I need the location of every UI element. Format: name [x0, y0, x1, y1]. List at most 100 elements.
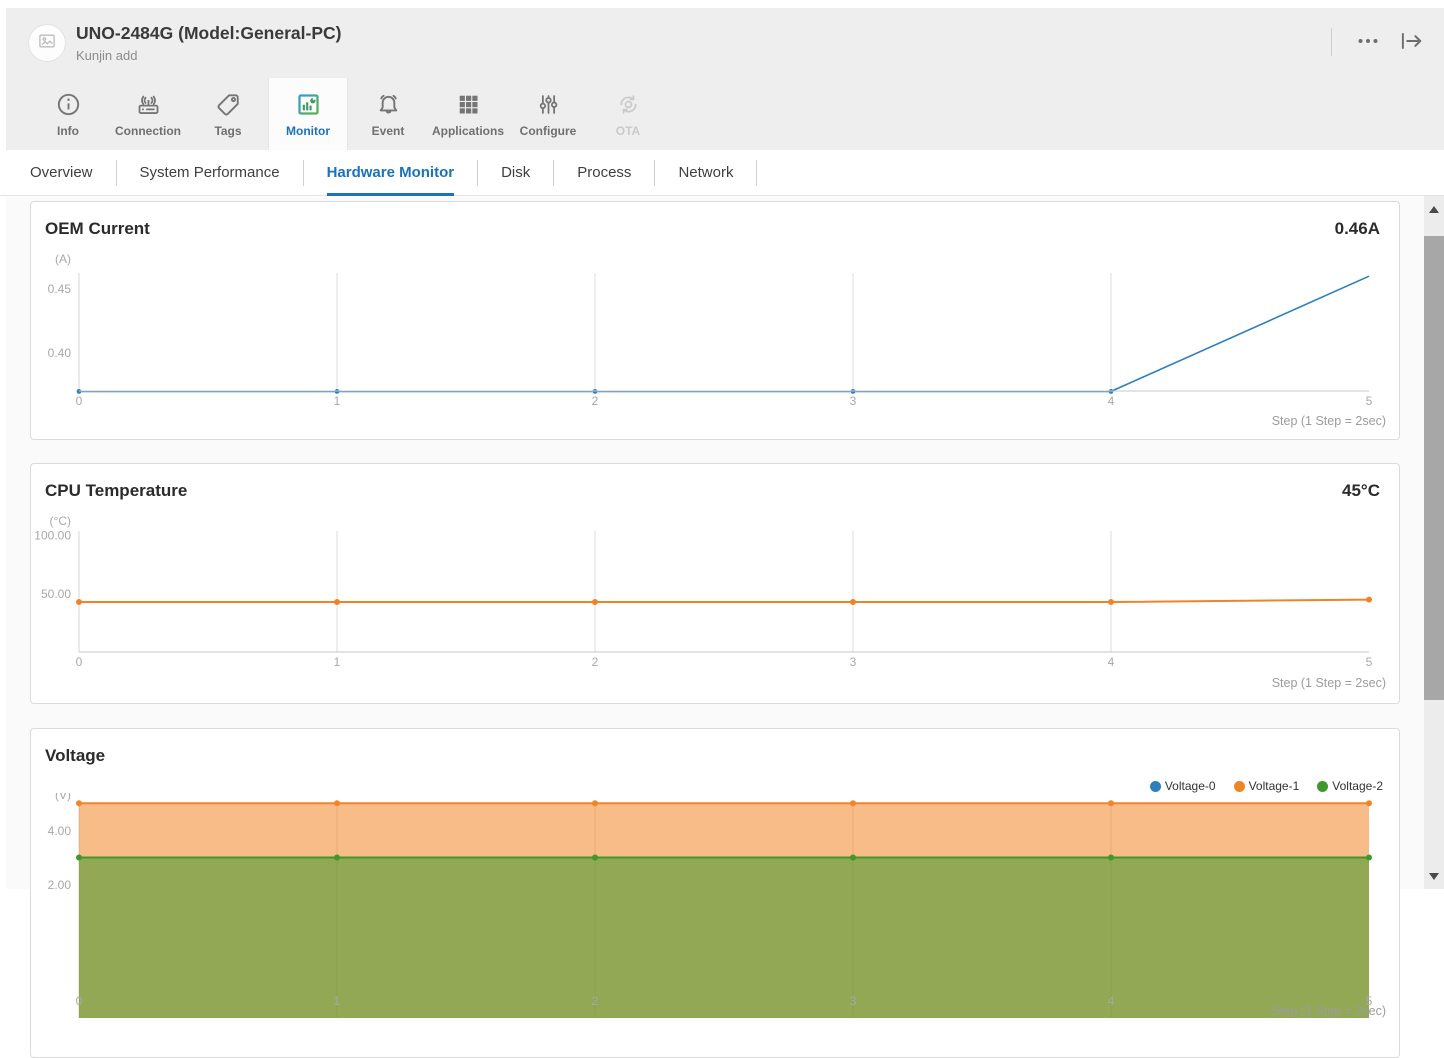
x-tick-label: 0 — [76, 655, 83, 669]
voltage-chart: (V)4.002.00012345Step (1 Step = 2sec) — [31, 793, 1401, 1018]
subtab-network[interactable]: Network — [678, 150, 733, 196]
device-header: UNO-2484G (Model:General-PC) Kunjin add — [6, 8, 1444, 78]
x-tick-label: 0 — [76, 994, 83, 1008]
y-tick-label: 0.40 — [48, 346, 72, 360]
legend-voltage-2[interactable]: Voltage-2 — [1317, 779, 1383, 793]
gridlines — [79, 273, 1111, 391]
tab-label: Monitor — [286, 124, 330, 138]
y-tick-label: 4.00 — [48, 824, 72, 838]
x-tick-label: 0 — [76, 394, 83, 408]
tab-configure[interactable]: Configure — [508, 78, 588, 150]
subtab-divider — [756, 160, 757, 186]
cpu-temperature-value: 45°C — [1342, 481, 1380, 501]
cpu-temperature-chart: (°C)100.0050.00012345Step (1 Step = 2sec… — [31, 509, 1401, 694]
x-tick-label: 5 — [1366, 655, 1373, 669]
tab-info[interactable]: Info — [28, 78, 108, 150]
subtab-process[interactable]: Process — [577, 150, 631, 196]
oem-current-card: OEM Current 0.46A (A)0.450.40012345Step … — [30, 201, 1400, 440]
oem-current-value: 0.46A — [1335, 219, 1380, 239]
legend-voltage-1[interactable]: Voltage-1 — [1234, 779, 1300, 793]
legend-voltage-0[interactable]: Voltage-0 — [1150, 779, 1216, 793]
subtab-divider — [116, 160, 117, 186]
y-tick-label: 100.00 — [34, 529, 71, 543]
tab-label: OTA — [616, 124, 640, 138]
x-tick-label: 4 — [1108, 394, 1115, 408]
arrow-up-icon — [1429, 206, 1439, 213]
area-Voltage-2 — [79, 858, 1369, 1019]
line-CPU Temperature — [79, 600, 1369, 602]
y-tick-label: 0.45 — [48, 282, 72, 296]
scroll-up-button[interactable] — [1424, 200, 1444, 218]
tab-connection[interactable]: Connection — [108, 78, 188, 150]
x-axis-label: Step (1 Step = 2sec) — [1272, 676, 1386, 690]
tab-label: Connection — [115, 124, 181, 138]
axis-labels: (A)0.450.40012345Step (1 Step = 2sec) — [48, 252, 1386, 428]
tab-label: Configure — [520, 124, 577, 138]
x-tick-label: 1 — [334, 655, 341, 669]
subtab-divider — [654, 160, 655, 186]
tab-event[interactable]: Event — [348, 78, 428, 150]
x-tick-label: 3 — [850, 994, 857, 1008]
legend-label: Voltage-0 — [1165, 779, 1216, 793]
bell-icon — [375, 91, 402, 118]
x-axis-label: Step (1 Step = 2sec) — [1272, 1004, 1386, 1018]
legend-dot — [1234, 781, 1245, 792]
x-tick-label: 4 — [1108, 655, 1115, 669]
exit-device-button[interactable] — [1396, 26, 1426, 59]
subtab-divider — [553, 160, 554, 186]
tab-tags[interactable]: Tags — [188, 78, 268, 150]
tab-label: Tags — [214, 124, 241, 138]
x-tick-label: 4 — [1108, 994, 1115, 1008]
subtab-disk[interactable]: Disk — [501, 150, 530, 196]
content-area: OEM Current 0.46A (A)0.450.40012345Step … — [6, 197, 1444, 889]
x-tick-label: 5 — [1366, 394, 1373, 408]
x-tick-label: 1 — [334, 394, 341, 408]
subtab-divider — [477, 160, 478, 186]
vertical-scrollbar[interactable] — [1424, 196, 1444, 889]
tab-monitor[interactable]: Monitor — [268, 78, 348, 150]
x-tick-label: 1 — [334, 994, 341, 1008]
page-title: UNO-2484G (Model:General-PC) — [76, 23, 341, 44]
header-actions — [1331, 26, 1426, 58]
x-tick-label: 2 — [592, 655, 599, 669]
x-tick-label: 2 — [592, 394, 599, 408]
voltage-card: Voltage Voltage-0 Voltage-1 Voltage-2 (V… — [30, 728, 1400, 1058]
tab-label: Info — [57, 124, 79, 138]
subtab-bar: Overview System Performance Hardware Mon… — [0, 150, 1444, 196]
subtab-overview[interactable]: Overview — [30, 150, 93, 196]
tab-applications[interactable]: Applications — [428, 78, 508, 150]
y-unit-label: (°C) — [50, 514, 71, 528]
subtab-hardware-monitor[interactable]: Hardware Monitor — [327, 150, 455, 196]
x-tick-label: 3 — [850, 655, 857, 669]
more-options-button[interactable] — [1354, 27, 1382, 58]
legend-label: Voltage-1 — [1249, 779, 1300, 793]
legend-dot — [1150, 781, 1161, 792]
x-axis-label: Step (1 Step = 2sec) — [1272, 414, 1386, 428]
info-icon — [55, 91, 82, 118]
avatar — [28, 24, 66, 62]
tab-bar: Info Connection Tags — [6, 78, 1444, 150]
tab-label: Event — [372, 124, 405, 138]
tag-icon — [215, 91, 242, 118]
x-tick-label: 2 — [592, 994, 599, 1008]
grid-icon — [455, 91, 482, 118]
voltage-legend: Voltage-0 Voltage-1 Voltage-2 — [1150, 779, 1383, 793]
y-unit-label: (V) — [55, 793, 71, 802]
sliders-icon — [535, 91, 562, 118]
ellipsis-icon — [1356, 29, 1380, 56]
image-placeholder-icon — [37, 31, 57, 56]
header-divider — [1331, 28, 1332, 56]
x-tick-label: 3 — [850, 394, 857, 408]
legend-label: Voltage-2 — [1332, 779, 1383, 793]
y-tick-label: 2.00 — [48, 878, 72, 892]
arrow-down-icon — [1429, 873, 1439, 880]
cpu-temperature-card: CPU Temperature 45°C (°C)100.0050.000123… — [30, 463, 1400, 704]
router-icon — [135, 91, 162, 118]
chart-title: CPU Temperature — [45, 481, 187, 501]
device-subtitle: Kunjin add — [76, 48, 137, 63]
scrollbar-thumb[interactable] — [1424, 236, 1444, 700]
subtab-system-performance[interactable]: System Performance — [140, 150, 280, 196]
oem-current-chart: (A)0.450.40012345Step (1 Step = 2sec) — [31, 247, 1401, 437]
line-OEM Current — [79, 276, 1369, 391]
scroll-down-button[interactable] — [1424, 867, 1444, 885]
